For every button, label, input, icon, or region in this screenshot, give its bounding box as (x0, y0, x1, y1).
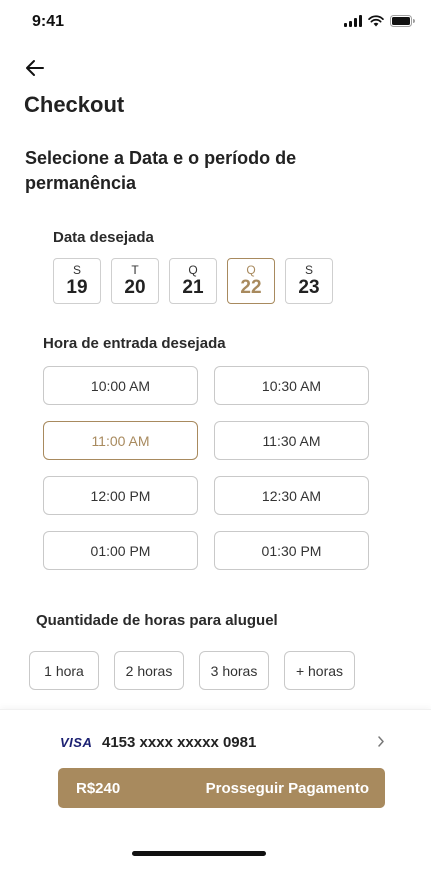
payment-sheet: VISA 4153 xxxx xxxxx 0981 R$240 Prossegu… (0, 709, 431, 869)
card-number: 4153 xxxx xxxxx 0981 (102, 733, 257, 751)
arrow-left-icon (26, 60, 44, 76)
date-picker: S 19 T 20 Q 21 Q 22 S 23 (53, 258, 333, 304)
status-icons (344, 15, 415, 27)
date-chip[interactable]: Q 21 (169, 258, 217, 304)
hours-picker: 1 hora 2 horas 3 horas + horas (29, 651, 355, 690)
time-option[interactable]: 10:30 AM (214, 366, 369, 405)
proceed-payment-button[interactable]: R$240 Prosseguir Pagamento (58, 768, 385, 808)
day-of-week: Q (188, 263, 198, 277)
time-option[interactable]: 12:00 PM (43, 476, 198, 515)
time-picker: 10:00 AM 10:30 AM 11:00 AM 11:30 AM 12:0… (43, 366, 369, 570)
time-label: Hora de entrada desejada (43, 335, 226, 352)
hours-option[interactable]: 1 hora (29, 651, 99, 690)
date-chip[interactable]: S 23 (285, 258, 333, 304)
date-chip[interactable]: T 20 (111, 258, 159, 304)
time-option[interactable]: 12:30 AM (214, 476, 369, 515)
back-button[interactable] (22, 56, 50, 80)
date-chip-selected[interactable]: Q 22 (227, 258, 275, 304)
price-label: R$240 (76, 779, 121, 797)
battery-icon (390, 15, 415, 27)
date-label: Data desejada (53, 229, 154, 246)
status-bar: 9:41 (0, 0, 431, 44)
home-indicator (132, 851, 266, 856)
visa-logo: VISA (60, 734, 93, 750)
day-of-week: S (72, 263, 81, 277)
time-option[interactable]: 11:30 AM (214, 421, 369, 460)
day-of-week: S (304, 263, 313, 277)
page-title: Checkout (24, 92, 125, 117)
time-option[interactable]: 01:00 PM (43, 531, 198, 570)
time-option[interactable]: 10:00 AM (43, 366, 198, 405)
proceed-payment-label: Prosseguir Pagamento (205, 779, 369, 797)
day-number: 23 (298, 277, 320, 298)
cellular-signal-icon (344, 15, 362, 27)
hours-option[interactable]: 3 horas (199, 651, 269, 690)
status-time: 9:41 (32, 13, 65, 30)
date-chip[interactable]: S 19 (53, 258, 101, 304)
wifi-icon (368, 15, 384, 27)
hours-option[interactable]: 2 horas (114, 651, 184, 690)
hours-label: Quantidade de horas para aluguel (36, 612, 278, 629)
day-number: 21 (182, 277, 204, 298)
section-title: Selecione a Data e o período de permanên… (25, 148, 297, 193)
chevron-right-icon (378, 736, 384, 747)
day-number: 19 (66, 277, 88, 298)
day-of-week: Q (246, 263, 256, 277)
time-option-selected[interactable]: 11:00 AM (43, 421, 198, 460)
payment-method-row[interactable]: VISA 4153 xxxx xxxxx 0981 (60, 732, 385, 752)
hours-option-more[interactable]: + horas (284, 651, 355, 690)
time-option[interactable]: 01:30 PM (214, 531, 369, 570)
day-number: 22 (240, 277, 262, 298)
day-number: 20 (124, 277, 146, 298)
day-of-week: T (131, 263, 139, 277)
